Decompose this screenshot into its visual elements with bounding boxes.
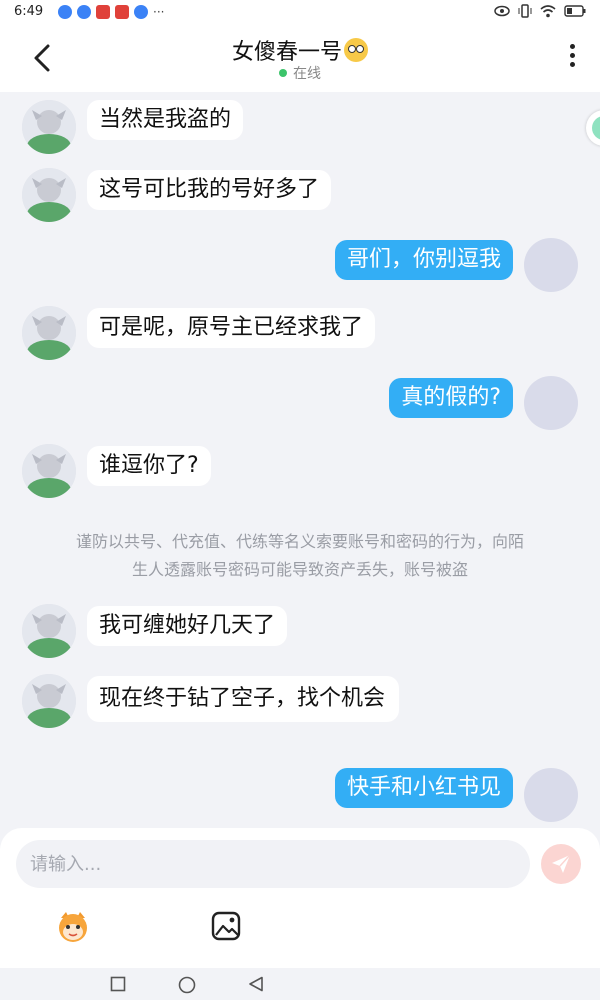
- my-avatar[interactable]: [524, 768, 578, 822]
- message-bubble-outgoing: 真的假的?: [389, 378, 513, 418]
- message-bubble-outgoing: 快手和小红书见: [334, 768, 513, 808]
- message-bubble-incoming: 我可缠她好几天了: [87, 606, 288, 646]
- notice-line: 谨防以共号、代充值、代练等名义索要账号和密码的行为，向陌: [75, 532, 524, 551]
- mascot-emoji-icon: [59, 912, 87, 942]
- status-time: 6:49: [14, 4, 44, 19]
- contact-avatar[interactable]: [22, 306, 76, 360]
- wifi-icon: [540, 4, 556, 17]
- message-bubble-incoming: 这号可比我的号好多了: [87, 170, 332, 210]
- notice-line: 生人透露账号密码可能导致资产丢失，账号被盗: [131, 560, 468, 579]
- contact-avatar[interactable]: [22, 444, 76, 498]
- contact-name: 女傻春一号: [231, 40, 342, 65]
- app-notification-icon: [115, 5, 129, 19]
- home-button-icon[interactable]: [178, 976, 196, 994]
- message-bubble-incoming: 当然是我盗的: [87, 100, 244, 140]
- input-bar: [0, 828, 600, 968]
- contact-avatar[interactable]: [22, 674, 76, 728]
- message-bubble-incoming: 现在终于钻了空子，找个机会: [87, 676, 399, 722]
- chat-header: 女傻春一号 在线: [0, 26, 600, 92]
- app-notification-icon: [96, 5, 110, 19]
- more-notifications-icon: ···: [153, 5, 165, 19]
- mascot-emoji-button[interactable]: [55, 908, 91, 944]
- app-notification-icon: [77, 5, 91, 19]
- send-icon: [552, 854, 571, 873]
- contact-avatar[interactable]: [22, 100, 76, 154]
- floating-badge-icon[interactable]: [586, 110, 600, 146]
- app-notification-icon: [58, 5, 72, 19]
- eye-roll-emoji-icon: [344, 38, 368, 62]
- more-vertical-icon[interactable]: [566, 44, 578, 74]
- message-bubble-incoming: 谁逗你了?: [87, 446, 211, 486]
- system-nav-bar: [0, 968, 600, 1000]
- image-button[interactable]: [208, 908, 244, 944]
- message-input[interactable]: [16, 840, 530, 888]
- security-notice: 谨防以共号、代充值、代练等名义索要账号和密码的行为，向陌 生人透露账号密码可能导…: [30, 528, 570, 584]
- contact-avatar[interactable]: [22, 604, 76, 658]
- system-icons: [494, 4, 586, 18]
- message-bubble-incoming: 可是呢，原号主已经求我了: [87, 308, 376, 348]
- vibrate-icon: [518, 4, 532, 18]
- online-status-text: 在线: [293, 66, 321, 82]
- contact-avatar[interactable]: [22, 168, 76, 222]
- message-bubble-outgoing: 哥们，你别逗我: [334, 240, 513, 280]
- online-status: 在线: [0, 63, 600, 83]
- status-bar: 6:49 ···: [0, 0, 600, 26]
- eye-icon: [494, 5, 510, 17]
- my-avatar[interactable]: [524, 376, 578, 430]
- image-icon: [211, 911, 241, 941]
- notification-icons: ···: [58, 5, 164, 19]
- chat-title: 女傻春一号: [0, 34, 600, 66]
- app-notification-icon: [134, 5, 148, 19]
- battery-icon: [564, 5, 586, 17]
- online-dot-icon: [279, 69, 287, 77]
- my-avatar[interactable]: [524, 238, 578, 292]
- send-button[interactable]: [541, 844, 581, 884]
- back-button-icon[interactable]: [248, 976, 264, 992]
- recents-button-icon[interactable]: [110, 976, 126, 992]
